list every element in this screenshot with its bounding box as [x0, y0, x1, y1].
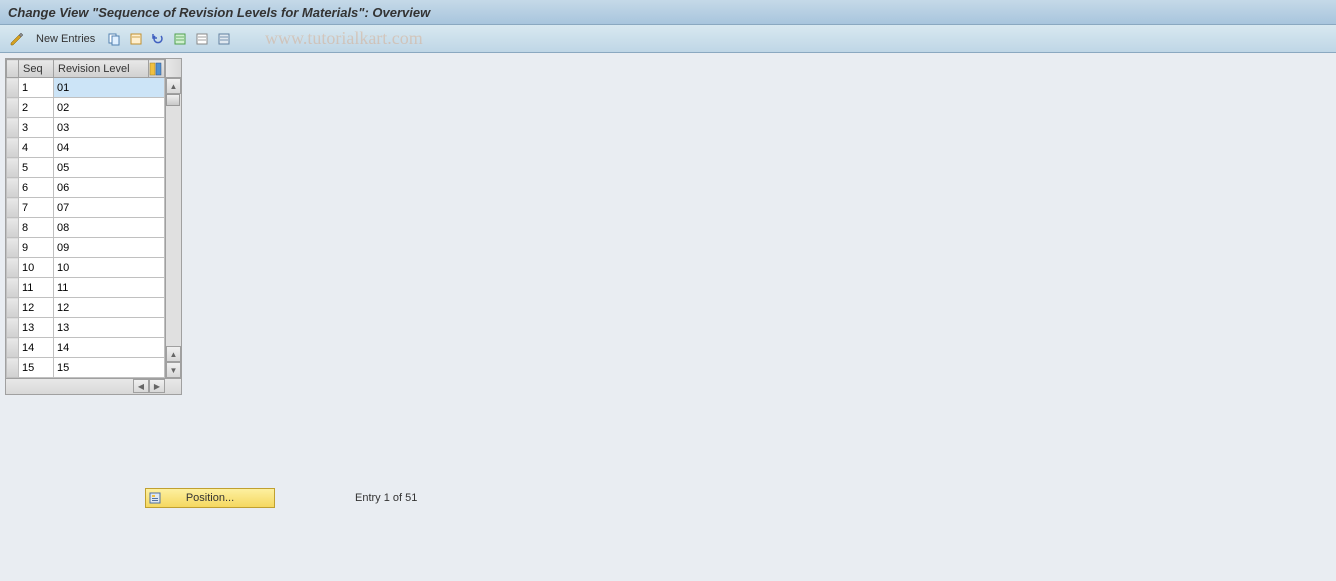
revision-cell[interactable]: 08 — [54, 218, 165, 238]
row-handle[interactable] — [7, 258, 19, 278]
row-handle[interactable] — [7, 158, 19, 178]
scroll-right-button[interactable]: ▶ — [149, 379, 165, 393]
select-all-icon[interactable] — [171, 30, 189, 48]
position-button[interactable]: Position... — [145, 488, 275, 508]
toolbar: New Entries — [0, 25, 1336, 53]
revision-column-header[interactable]: Revision Level — [54, 60, 149, 78]
entry-count-text: Entry 1 of 51 — [355, 492, 417, 504]
seq-cell[interactable]: 1 — [19, 78, 54, 98]
row-handle[interactable] — [7, 358, 19, 378]
copy-icon[interactable] — [105, 30, 123, 48]
row-handle[interactable] — [7, 318, 19, 338]
position-area: Position... Entry 1 of 51 — [145, 488, 417, 508]
row-handle[interactable] — [7, 298, 19, 318]
page-title: Change View "Sequence of Revision Levels… — [8, 5, 430, 20]
revision-cell[interactable]: 02 — [54, 98, 165, 118]
change-icon[interactable] — [8, 30, 26, 48]
table-row: 1515 — [7, 358, 165, 378]
table-row: 909 — [7, 238, 165, 258]
revision-cell[interactable]: 01 — [54, 78, 165, 98]
scroll-left-button[interactable]: ◀ — [133, 379, 149, 393]
table-row: 404 — [7, 138, 165, 158]
config-column-button[interactable] — [149, 60, 165, 78]
row-handle[interactable] — [7, 138, 19, 158]
table-row: 505 — [7, 158, 165, 178]
print-icon[interactable] — [215, 30, 233, 48]
row-handle[interactable] — [7, 338, 19, 358]
scroll-track[interactable] — [166, 94, 181, 346]
seq-cell[interactable]: 3 — [19, 118, 54, 138]
table-row: 1111 — [7, 278, 165, 298]
table-row: 303 — [7, 118, 165, 138]
table-row: 1010 — [7, 258, 165, 278]
table-container: Seq Revision Level 1012 — [5, 58, 182, 395]
revision-cell[interactable]: 11 — [54, 278, 165, 298]
table-row: 202 — [7, 98, 165, 118]
table-row: 1313 — [7, 318, 165, 338]
seq-cell[interactable]: 5 — [19, 158, 54, 178]
row-handle[interactable] — [7, 198, 19, 218]
seq-cell[interactable]: 12 — [19, 298, 54, 318]
table-row: 1212 — [7, 298, 165, 318]
revision-cell[interactable]: 14 — [54, 338, 165, 358]
seq-cell[interactable]: 11 — [19, 278, 54, 298]
table-corner[interactable] — [7, 60, 19, 78]
data-table: Seq Revision Level 1012 — [6, 59, 165, 378]
revision-cell[interactable]: 05 — [54, 158, 165, 178]
revision-cell[interactable]: 12 — [54, 298, 165, 318]
scroll-up-button[interactable]: ▲ — [166, 78, 181, 94]
revision-cell[interactable]: 04 — [54, 138, 165, 158]
table-row: 101 — [7, 78, 165, 98]
revision-cell[interactable]: 06 — [54, 178, 165, 198]
deselect-all-icon[interactable] — [193, 30, 211, 48]
seq-cell[interactable]: 13 — [19, 318, 54, 338]
header-bar: Change View "Sequence of Revision Levels… — [0, 0, 1336, 25]
row-handle[interactable] — [7, 278, 19, 298]
scroll-down-step-button[interactable]: ▲ — [166, 346, 181, 362]
table-row: 606 — [7, 178, 165, 198]
row-handle[interactable] — [7, 118, 19, 138]
vertical-scrollbar[interactable]: ▲ ▲ ▼ — [165, 59, 181, 378]
position-icon — [149, 491, 163, 505]
row-handle[interactable] — [7, 218, 19, 238]
revision-cell[interactable]: 03 — [54, 118, 165, 138]
revision-cell[interactable]: 10 — [54, 258, 165, 278]
revision-cell[interactable]: 13 — [54, 318, 165, 338]
table-row: 1414 — [7, 338, 165, 358]
seq-cell[interactable]: 14 — [19, 338, 54, 358]
row-handle[interactable] — [7, 78, 19, 98]
revision-cell[interactable]: 09 — [54, 238, 165, 258]
seq-cell[interactable]: 8 — [19, 218, 54, 238]
table-row: 707 — [7, 198, 165, 218]
new-entries-button[interactable]: New Entries — [30, 31, 101, 47]
seq-cell[interactable]: 15 — [19, 358, 54, 378]
row-handle[interactable] — [7, 178, 19, 198]
seq-cell[interactable]: 6 — [19, 178, 54, 198]
position-label: Position... — [186, 492, 234, 504]
undo-icon[interactable] — [149, 30, 167, 48]
watermark-text: www.tutorialkart.com — [265, 28, 423, 49]
table-row: 808 — [7, 218, 165, 238]
row-handle[interactable] — [7, 98, 19, 118]
revision-cell[interactable]: 15 — [54, 358, 165, 378]
seq-column-header[interactable]: Seq — [19, 60, 54, 78]
seq-cell[interactable]: 10 — [19, 258, 54, 278]
scroll-down-button[interactable]: ▼ — [166, 362, 181, 378]
horizontal-scrollbar[interactable]: ◀ ▶ — [6, 378, 181, 394]
delete-icon[interactable] — [127, 30, 145, 48]
seq-cell[interactable]: 2 — [19, 98, 54, 118]
row-handle[interactable] — [7, 238, 19, 258]
content-area: Seq Revision Level 1012 — [0, 53, 1336, 581]
seq-cell[interactable]: 4 — [19, 138, 54, 158]
revision-cell[interactable]: 07 — [54, 198, 165, 218]
seq-cell[interactable]: 7 — [19, 198, 54, 218]
seq-cell[interactable]: 9 — [19, 238, 54, 258]
scroll-thumb[interactable] — [166, 94, 180, 106]
